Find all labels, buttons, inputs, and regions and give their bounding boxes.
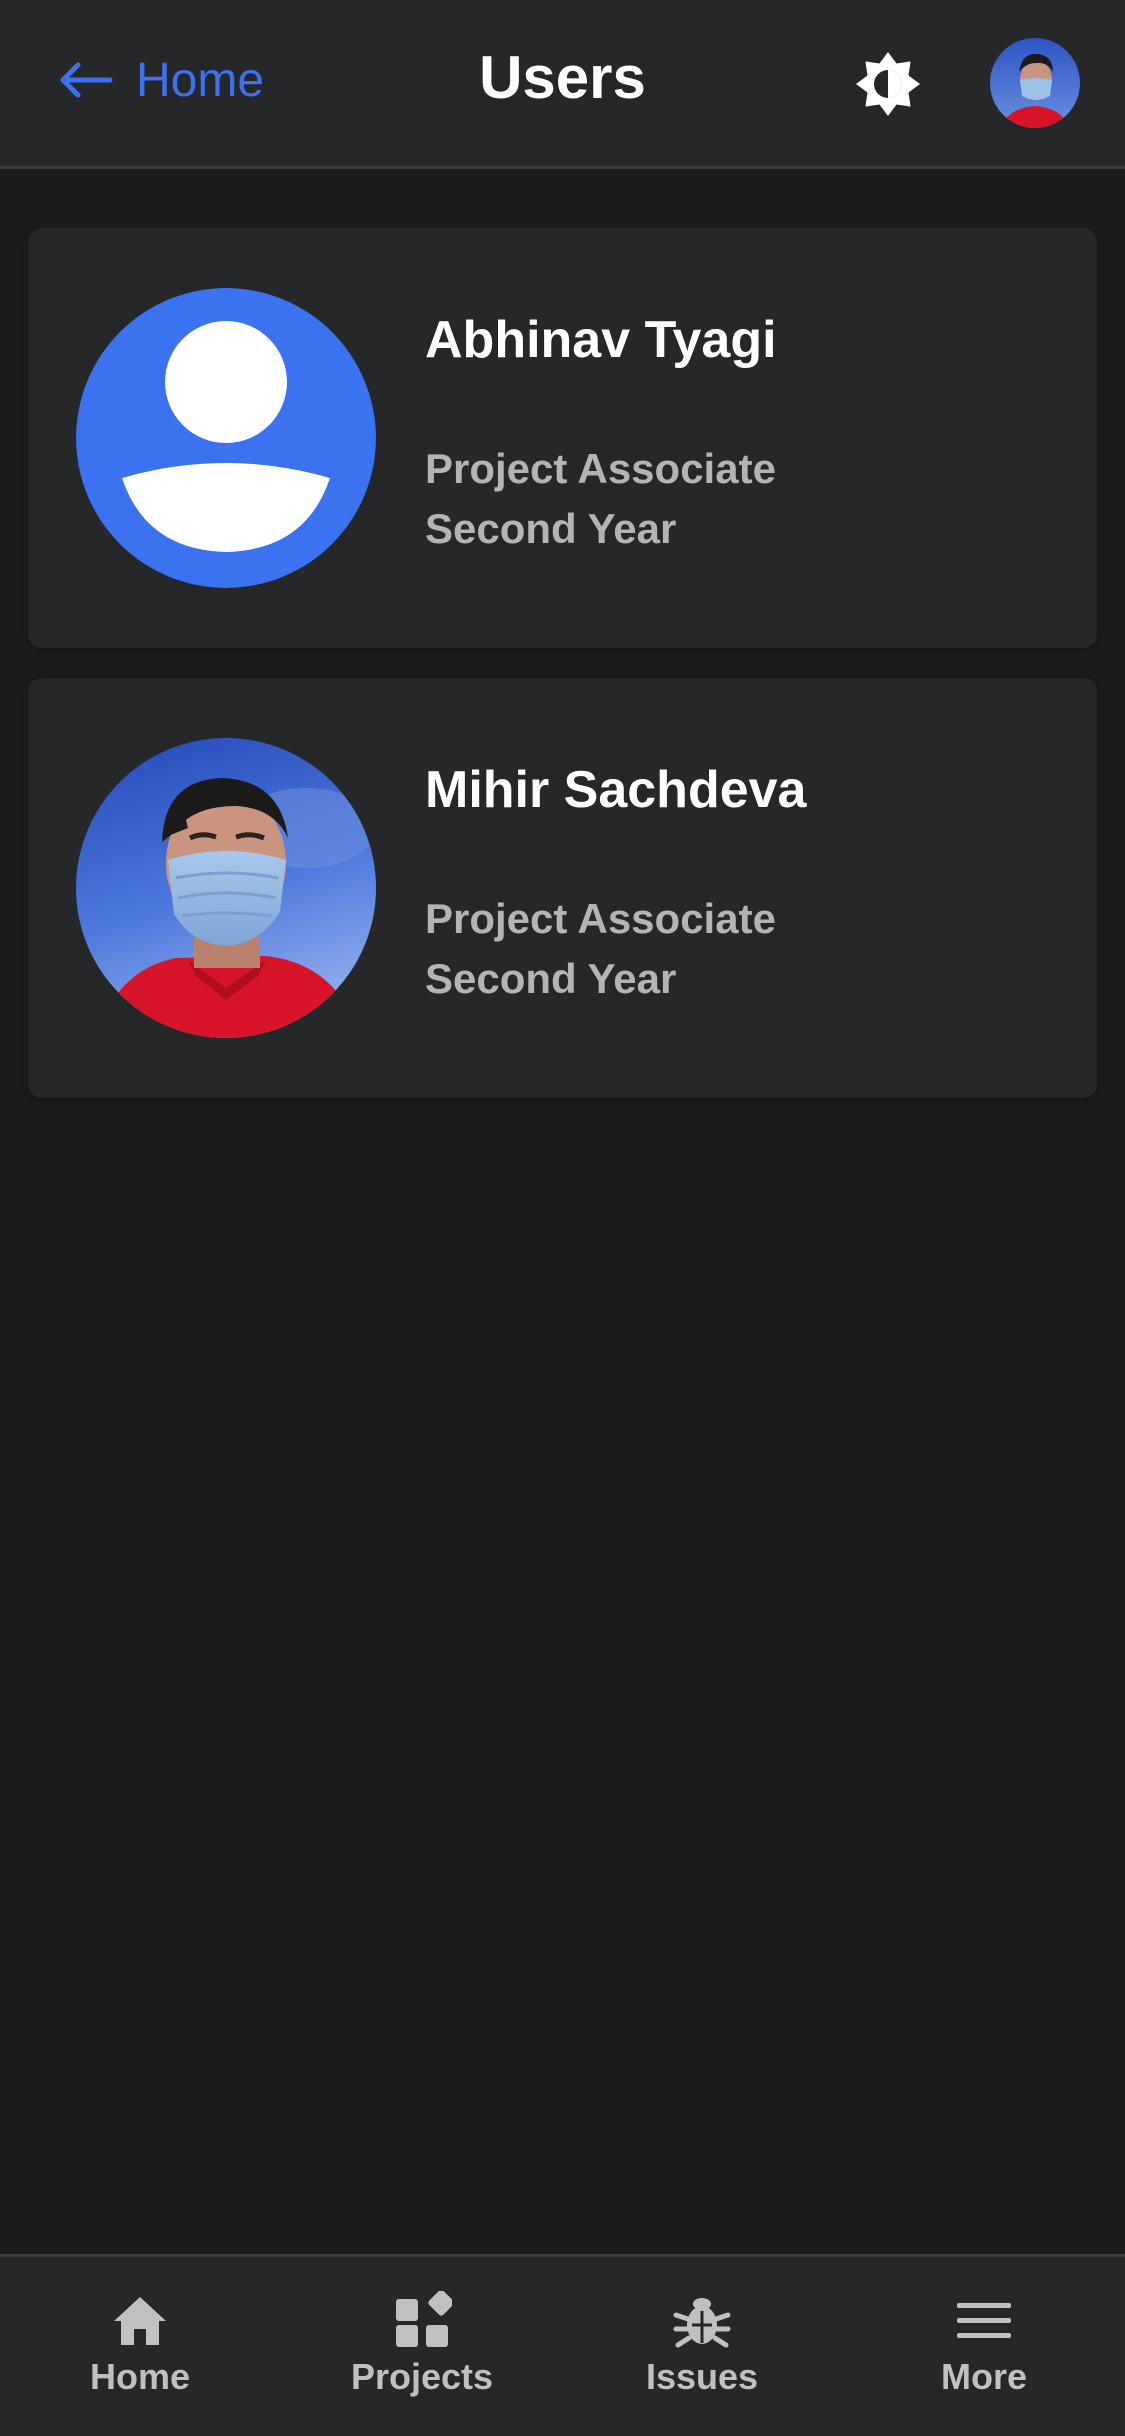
theme-toggle-button[interactable] (852, 50, 924, 122)
current-user-avatar[interactable] (990, 38, 1080, 128)
profile-photo (76, 738, 376, 1038)
arrow-left-icon (58, 60, 114, 100)
top-app-bar: Home Users (0, 0, 1125, 169)
home-icon (110, 2291, 170, 2351)
nav-item-more[interactable]: More (884, 2291, 1084, 2411)
user-role: Project Associate (425, 445, 776, 492)
nav-label: Issues (645, 2356, 759, 2397)
user-card[interactable]: Mihir Sachdeva Project Associate Second … (28, 678, 1097, 1098)
user-role: Project Associate (425, 895, 776, 942)
back-label: Home (136, 53, 265, 107)
menu-icon (954, 2291, 1014, 2351)
bottom-navigation: Home Projects Issues More (0, 2254, 1125, 2436)
user-name: Mihir Sachdeva (425, 761, 807, 819)
user-card[interactable]: Abhinav Tyagi Project Associate Second Y… (28, 228, 1097, 648)
user-year: Second Year (425, 955, 677, 1002)
users-screen: Home Users Abhinav Tyagi Project Associa… (0, 0, 1125, 2436)
nav-item-home[interactable]: Home (40, 2291, 240, 2411)
bug-icon (672, 2291, 732, 2351)
default-avatar-icon (76, 288, 376, 588)
user-year: Second Year (425, 505, 677, 552)
brightness-icon (855, 51, 921, 122)
nav-item-issues[interactable]: Issues (602, 2291, 802, 2411)
nav-label: More (940, 2356, 1027, 2397)
back-home-link[interactable]: Home (58, 44, 264, 116)
projects-icon (392, 2291, 452, 2351)
nav-label: Projects (350, 2356, 494, 2397)
user-name: Abhinav Tyagi (425, 311, 777, 369)
nav-item-projects[interactable]: Projects (322, 2291, 522, 2411)
nav-label: Home (89, 2356, 191, 2397)
